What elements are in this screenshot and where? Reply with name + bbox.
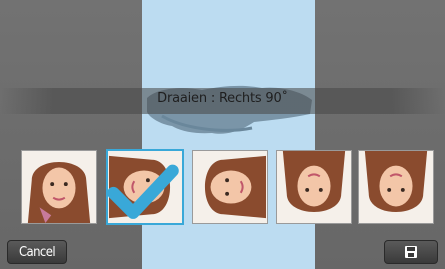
rotate-status-text: Draaien : Rechts 90˚	[157, 91, 288, 106]
face-rotated-180-icon	[277, 151, 351, 223]
face-rotated-left-icon	[193, 151, 267, 223]
thumbnail-flip[interactable]	[358, 150, 434, 224]
thumbnail-strip	[0, 146, 445, 231]
face-thumbnail-icon	[22, 151, 96, 223]
save-button[interactable]	[384, 240, 438, 264]
thumbnail-original[interactable]	[21, 150, 97, 224]
face-flipped-icon	[359, 151, 433, 223]
checkmark-icon	[108, 164, 179, 219]
thumbnail-right-90[interactable]	[106, 149, 184, 225]
thumbnail-180[interactable]	[276, 150, 352, 224]
save-icon	[405, 246, 417, 258]
thumbnail-left-90[interactable]	[192, 150, 268, 224]
cancel-button[interactable]: Cancel	[7, 240, 67, 264]
